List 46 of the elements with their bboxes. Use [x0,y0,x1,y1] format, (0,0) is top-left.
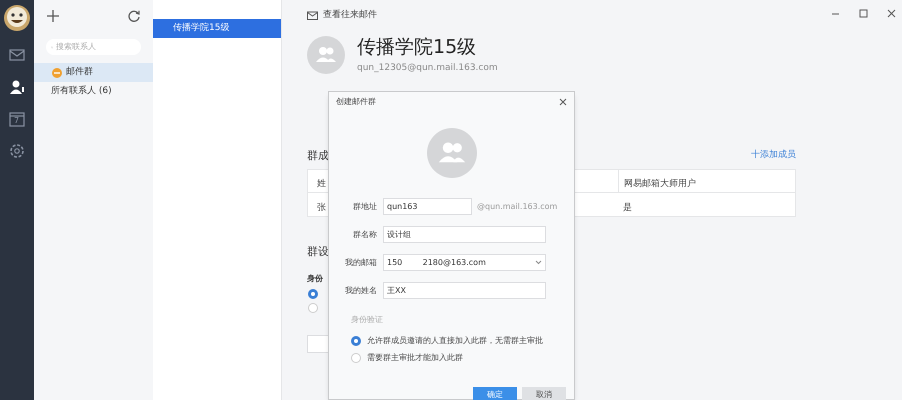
field-label: 群地址 [352,200,378,212]
envelope-icon[interactable] [307,10,318,20]
radio-label: 允许群成员邀请的人直接加入此群，无需群主审批 [367,335,543,347]
contact-list-item[interactable]: 邮件群 [34,63,153,82]
column-header: 网易邮箱大师用户 [624,179,696,189]
radio-button[interactable] [308,302,318,312]
table-cell: 张 [317,202,326,212]
dialog-title: 创建邮件群 [336,96,376,108]
view-mail-link[interactable]: 查看往来邮件 [323,8,377,22]
field-label: 我的姓名 [344,284,378,296]
maximize-icon[interactable] [859,9,868,18]
input-field[interactable]: 设计组 [383,226,546,243]
field-label: 群名称 [352,228,378,240]
chevron-down-icon[interactable] [535,260,542,265]
input-field[interactable]: 王XX [383,282,546,299]
table-cell: 是 [623,202,632,212]
group-email: qun_12305@qun.mail.163.com [357,62,498,75]
column-header: 姓 [317,179,326,189]
radio-button[interactable] [308,288,318,298]
search-field[interactable]: 搜索联系人 [46,39,141,55]
person-icon[interactable] [8,78,26,96]
radio-button[interactable] [351,353,361,363]
plus-icon[interactable] [46,8,60,22]
section-heading: 身份验证 [351,314,384,326]
verify-label: 身份 [307,272,324,284]
search-input[interactable]: 搜索联系人 [56,41,136,53]
cancel-button[interactable]: 取消 [522,387,566,400]
refresh-icon[interactable] [127,8,141,22]
group-list-item[interactable]: 传播学院15级 [153,19,281,38]
calendar-icon[interactable] [8,110,26,128]
close-icon[interactable] [887,9,896,18]
add-member-link[interactable]: 十添加成员 [751,149,796,162]
section-heading: 群设 [307,244,330,260]
smiley-avatar-icon[interactable] [3,4,31,32]
contact-list-item[interactable]: 所有联系人 (6) [34,82,153,101]
group-title: 传播学院15级 [357,35,478,60]
calendar-day: 7 [14,116,20,125]
field-label: 我的邮箱 [344,256,378,268]
address-suffix: @qun.mail.163.com [477,200,558,212]
group-avatar-icon [307,36,345,74]
radio-label: 需要群主审批才能加入此群 [367,352,463,364]
close-icon[interactable] [559,98,567,106]
radio-button[interactable] [351,336,361,346]
input-field[interactable]: qun163 [383,198,472,215]
email-select[interactable]: 150 2180@163.com [383,254,546,271]
settings-icon[interactable] [8,142,26,160]
